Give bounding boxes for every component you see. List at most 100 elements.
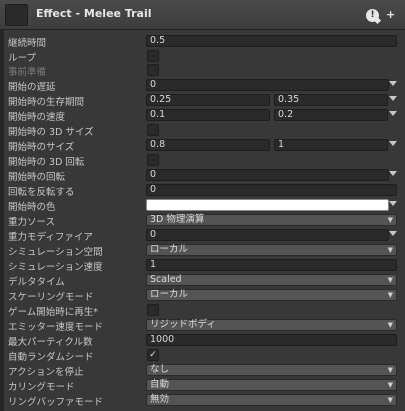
start-delay-label: 開始の遅延 [8,82,56,93]
start-size-mode-dropdown-icon[interactable] [389,141,397,146]
delta-time-label: デルタタイム [8,277,65,288]
loop-label: ループ [8,53,36,64]
chevron-down-icon: ▼ [387,291,393,299]
help-icon[interactable]: ! [366,9,379,22]
flip-rotation-label: 回転を反転する [8,187,75,198]
component-thumbnail [5,4,28,26]
start-speed-min-field[interactable]: 0.1 [146,109,270,121]
chevron-down-icon: ▼ [387,381,393,389]
gravity-modifier-mode-dropdown-icon[interactable] [389,231,397,236]
chevron-down-icon: ▼ [387,246,393,254]
flip-rotation-field[interactable]: 0 [146,184,397,196]
start-speed-row: 開始時の速度 0.1 0.2 [6,108,405,123]
start-color-label: 開始時の色 [8,202,56,213]
emitter-velocity-dropdown[interactable]: リジッドボディ ▼ [146,319,397,331]
play-on-awake-label: ゲーム開始時に再生* [8,307,98,318]
gravity-modifier-field[interactable]: 0 [146,229,389,241]
ring-buffer-dropdown[interactable]: 無効 ▼ [146,394,397,406]
start-size-3d-label: 開始時の 3D サイズ [8,127,94,138]
loop-row: ループ [6,49,405,64]
start-rotation-label: 開始時の回転 [8,172,66,183]
chevron-down-icon: ▼ [387,366,393,374]
simulation-speed-row: シミュレーション速度 1 [6,258,405,273]
start-size-row: 開始時のサイズ 0.8 1 [6,138,405,153]
start-rotation-field[interactable]: 0 [146,169,389,181]
max-particles-label: 最大パーティクル数 [8,337,93,348]
culling-mode-dropdown[interactable]: 自動 ▼ [146,379,397,391]
emitter-velocity-label: エミッター速度モード [8,322,104,333]
stop-action-row: アクションを停止 なし ▼ [6,363,405,378]
ring-buffer-row: リングバッファモード 無効 ▼ [6,393,405,408]
stop-action-value: なし [150,364,170,375]
start-color-mode-dropdown-icon[interactable] [389,201,397,206]
add-icon[interactable]: + [386,9,395,20]
start-size-min-field[interactable]: 0.8 [146,139,270,151]
start-lifetime-row: 開始時の生存期間 0.25 0.35 [6,93,405,108]
start-lifetime-label: 開始時の生存期間 [8,97,85,108]
start-color-row: 開始時の色 [6,198,405,213]
gravity-source-label: 重力ソース [8,217,56,228]
start-rotation-3d-checkbox[interactable] [147,154,159,166]
prewarm-row: 事前準備 [6,63,405,78]
culling-mode-value: 自動 [150,379,170,390]
start-size-max-field[interactable]: 1 [274,139,388,151]
start-lifetime-max-field[interactable]: 0.35 [274,94,388,106]
gravity-source-dropdown[interactable]: 3D 物理演算 ▼ [146,214,397,226]
stop-action-label: アクションを停止 [8,367,84,378]
simulation-speed-label: シミュレーション速度 [8,262,103,273]
flip-rotation-row: 回転を反転する 0 [6,183,405,198]
simulation-space-dropdown[interactable]: ローカル ▼ [146,244,397,256]
scaling-mode-value: ローカル [150,289,189,300]
auto-random-seed-checkbox[interactable]: ✓ [147,349,159,361]
max-particles-row: 最大パーティクル数 1000 [6,333,405,348]
prewarm-checkbox[interactable] [147,64,159,76]
start-color-swatch[interactable] [146,199,389,211]
gravity-source-value: 3D 物理演算 [150,214,205,225]
start-rotation-mode-dropdown-icon[interactable] [389,171,397,176]
duration-row: 継続時間 0.5 [6,34,405,49]
start-delay-row: 開始の遅延 0 [6,78,405,93]
simulation-space-row: シミュレーション空間 ローカル ▼ [6,243,405,258]
start-speed-max-field[interactable]: 0.2 [274,109,388,121]
scaling-mode-dropdown[interactable]: ローカル ▼ [146,289,397,301]
gravity-source-row: 重力ソース 3D 物理演算 ▼ [6,213,405,228]
component-title: Effect - Melee Trail [36,7,152,20]
culling-mode-row: カリングモード 自動 ▼ [6,378,405,393]
stop-action-dropdown[interactable]: なし ▼ [146,364,397,376]
left-gutter [0,30,4,411]
ring-buffer-label: リングバッファモード [8,397,104,408]
component-header: Effect - Melee Trail ! + [0,0,405,30]
delta-time-dropdown[interactable]: Scaled ▼ [146,274,397,286]
chevron-down-icon: ▼ [387,396,393,404]
scaling-mode-label: スケーリングモード [8,292,94,303]
delta-time-value: Scaled [150,274,182,285]
loop-checkbox[interactable] [147,50,159,62]
start-lifetime-min-field[interactable]: 0.25 [146,94,270,106]
play-on-awake-row: ゲーム開始時に再生* [6,303,405,318]
scaling-mode-row: スケーリングモード ローカル ▼ [6,288,405,303]
start-rotation-3d-row: 開始時の 3D 回転 [6,153,405,168]
gravity-modifier-label: 重力モディファイア [8,232,93,243]
start-delay-field[interactable]: 0 [146,79,389,91]
simulation-speed-field[interactable]: 1 [146,259,397,271]
duration-field[interactable]: 0.5 [146,35,397,47]
start-speed-mode-dropdown-icon[interactable] [389,111,397,116]
auto-random-seed-row: 自動ランダムシード ✓ [6,348,405,363]
auto-random-seed-label: 自動ランダムシード [8,352,94,363]
ring-buffer-value: 無効 [150,394,170,405]
start-size-3d-row: 開始時の 3D サイズ [6,123,405,138]
play-on-awake-checkbox[interactable] [147,304,159,316]
emitter-velocity-value: リジッドボディ [150,319,216,330]
start-size-label: 開始時のサイズ [8,142,75,153]
start-delay-mode-dropdown-icon[interactable] [389,81,397,86]
emitter-velocity-row: エミッター速度モード リジッドボディ ▼ [6,318,405,333]
start-speed-label: 開始時の速度 [8,112,66,123]
prewarm-label: 事前準備 [8,67,47,78]
start-lifetime-mode-dropdown-icon[interactable] [389,96,397,101]
max-particles-field[interactable]: 1000 [146,334,397,346]
start-rotation-row: 開始時の回転 0 [6,168,405,183]
delta-time-row: デルタタイム Scaled ▼ [6,273,405,288]
chevron-down-icon: ▼ [387,276,393,284]
start-size-3d-checkbox[interactable] [147,124,159,136]
duration-label: 継続時間 [8,38,47,49]
